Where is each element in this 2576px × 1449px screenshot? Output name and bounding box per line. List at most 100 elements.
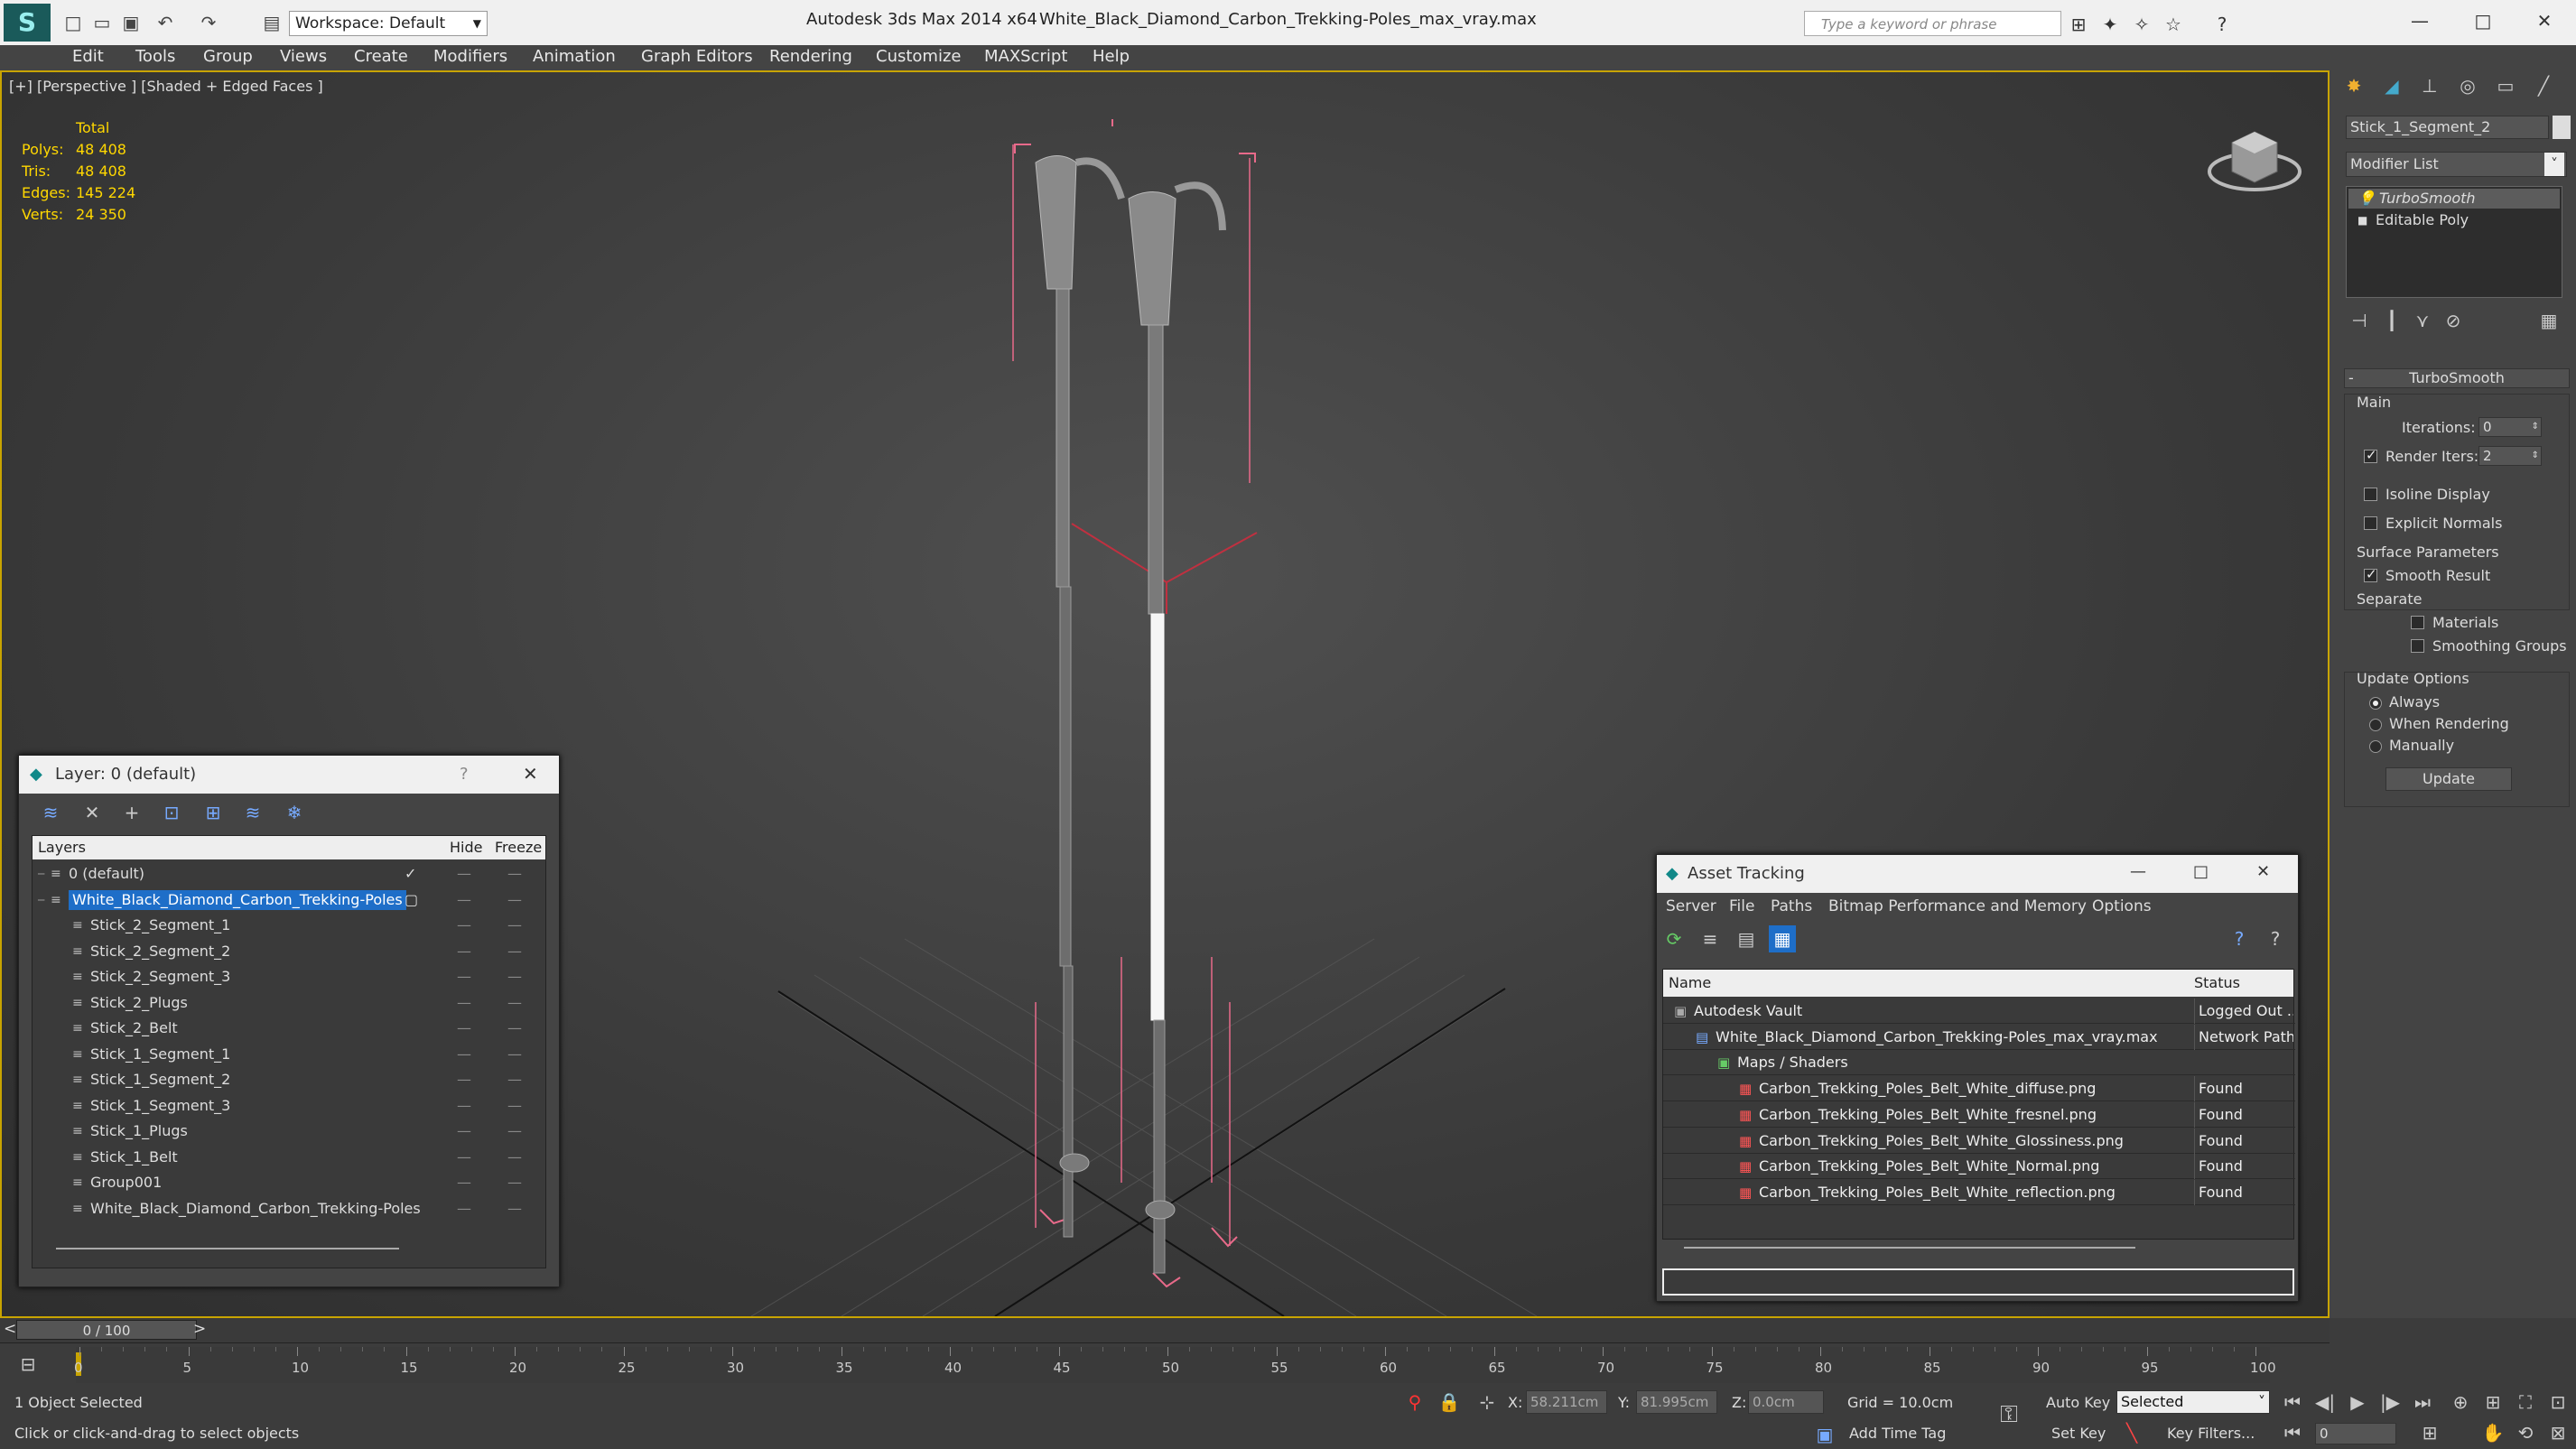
layer-row[interactable]: ≡ Stick_2_Plugs — — [33,990,544,1016]
freeze-toggle-icon[interactable]: — [507,1067,522,1092]
asset-menu-paths[interactable]: Paths [1771,897,1812,915]
expand-icon[interactable]: ■ [2357,210,2367,230]
object-name-field[interactable]: Stick_1_Segment_2 [2346,116,2549,139]
asset-row[interactable]: ▦ Carbon_Trekking_Poles_Belt_White_Glossi… [1663,1128,2295,1154]
time-slider-prev-icon[interactable]: < [4,1320,16,1338]
smoothing-groups-checkbox[interactable] [2411,639,2424,653]
modifier-list-dropdown[interactable]: Modifier List ˅ [2346,152,2567,177]
binoculars-icon[interactable]: ⊞ [2065,11,2092,38]
hide-toggle-icon[interactable]: — [457,1196,471,1221]
menu-group[interactable]: Group [203,45,253,69]
layer-row[interactable]: ≡ Stick_1_Segment_2 — — [33,1067,544,1092]
asset-menu-file[interactable]: File [1729,897,1754,915]
materials-checkbox[interactable] [2411,616,2424,629]
close-icon[interactable]: ✕ [523,763,538,785]
column-header-freeze[interactable]: Freeze [495,836,542,859]
hide-toggle-icon[interactable]: — [457,1042,471,1067]
new-file-icon[interactable]: □ [60,9,87,36]
auto-key-button[interactable]: Auto Key [2046,1394,2110,1411]
explicit-normals-checkbox[interactable] [2364,516,2377,530]
select-in-layer-icon[interactable]: ⊡ [158,799,185,826]
hide-toggle-icon[interactable]: — [457,964,471,989]
hide-toggle-icon[interactable]: — [457,1067,471,1092]
lock-selection-icon[interactable]: 🔒 [1436,1389,1463,1416]
delete-layer-icon[interactable]: ✕ [79,799,106,826]
active-layer-box-icon[interactable]: ▢ [405,887,418,913]
search-input[interactable]: Type a keyword or phrase [1821,16,1996,33]
hide-all-layers-icon[interactable]: ≋ [239,799,266,826]
isoline-display-checkbox[interactable] [2364,488,2377,501]
utilities-tab-icon[interactable]: ╱ [2530,72,2557,99]
absolute-mode-icon[interactable]: ⊹ [1474,1389,1501,1416]
zoom-extents-icon[interactable]: ⛶ [2512,1389,2539,1416]
play-icon[interactable]: ▶ [2344,1389,2371,1416]
column-header-hide[interactable]: Hide [450,836,482,859]
time-configuration-icon[interactable]: ⊞ [2416,1419,2443,1446]
isolate-icon[interactable]: ⚲ [1401,1389,1428,1416]
y-coordinate-field[interactable]: 81.995cm [1636,1390,1717,1414]
asset-name[interactable]: Autodesk Vault [1694,999,1802,1024]
hide-toggle-icon[interactable]: — [457,1145,471,1170]
freeze-toggle-icon[interactable]: — [507,1196,522,1221]
time-slider-next-icon[interactable]: > [193,1320,206,1338]
track-bar[interactable]: 0 5 10 15 20 25 30 35 40 45 50 55 60 65 70 75 80 85 90 95 10… [74,1347,2276,1383]
asset-name[interactable]: Carbon_Trekking_Poles_Belt_White_reflect… [1759,1180,2116,1205]
freeze-toggle-icon[interactable]: — [507,1145,522,1170]
freeze-toggle-icon[interactable]: — [507,964,522,989]
help-icon[interactable]: ? [2226,925,2253,952]
modify-tab-icon[interactable]: ◢ [2378,72,2405,99]
render-iters-spinner[interactable]: 2 ⇕ [2478,446,2542,466]
spinner-arrows-icon[interactable]: ⇕ [2532,447,2539,465]
redo-icon[interactable]: ↷ [195,9,222,36]
layer-name[interactable]: Stick_1_Segment_1 [90,1042,230,1067]
layer-row[interactable]: ─ ≡ White_Black_Diamond_Carbon_Trekking-Po… [33,887,544,913]
layer-name[interactable]: Stick_1_Segment_2 [90,1067,230,1092]
refresh-icon[interactable]: ⟳ [1660,925,1688,952]
orbit-icon[interactable]: ⟲ [2512,1419,2539,1446]
layer-expand-icon[interactable]: ─ [38,887,44,913]
motion-tab-icon[interactable]: ◎ [2454,72,2481,99]
hide-toggle-icon[interactable]: — [457,1016,471,1041]
stack-item-turbosmooth[interactable]: 💡 TurboSmooth [2348,189,2560,209]
close-icon[interactable]: ✕ [2531,7,2558,34]
menu-help[interactable]: Help [1093,45,1130,69]
layer-row[interactable]: ≡ Stick_2_Belt — — [33,1016,544,1041]
layer-name[interactable]: Stick_1_Segment_3 [90,1093,230,1119]
hide-toggle-icon[interactable]: — [457,861,471,887]
set-key-icon[interactable]: ╲ [2118,1419,2145,1446]
layer-name[interactable]: Stick_2_Belt [90,1016,178,1041]
asset-menu-bitmap[interactable]: Bitmap Performance and Memory [1828,897,2087,915]
hide-toggle-icon[interactable]: — [457,939,471,964]
display-tab-icon[interactable]: ▭ [2492,72,2519,99]
field-of-view-icon[interactable]: ⊠ [2544,1419,2571,1446]
configure-sets-icon[interactable]: ▦ [2535,307,2562,334]
pan-icon[interactable]: ✋ [2479,1419,2506,1446]
layer-row[interactable]: ≡ Stick_1_Plugs — — [33,1119,544,1144]
layer-row[interactable]: ─ ≡ 0 (default) ✓ — — [33,861,544,887]
layer-name[interactable]: White_Black_Diamond_Carbon_Trekking-Pole… [90,1196,421,1221]
zoom-icon[interactable]: ⊕ [2447,1389,2474,1416]
manually-radio[interactable] [2369,740,2382,753]
zoom-all-icon[interactable]: ⊞ [2479,1389,2506,1416]
key-filters-button[interactable]: Key Filters... [2167,1425,2255,1442]
layer-name[interactable]: Stick_1_Plugs [90,1119,188,1144]
menu-maxscript[interactable]: MAXScript [984,45,1067,69]
asset-scrollbar[interactable] [1684,1247,2135,1249]
asset-name[interactable]: Carbon_Trekking_Poles_Belt_White_Glossin… [1759,1129,2124,1154]
highlight-layer-icon[interactable]: ⊞ [200,799,227,826]
show-end-result-icon[interactable]: ┃ [2378,307,2405,334]
freeze-toggle-icon[interactable]: — [507,939,522,964]
add-time-tag-icon[interactable]: ▣ [1811,1421,1838,1448]
freeze-toggle-icon[interactable]: — [507,1170,522,1195]
freeze-toggle-icon[interactable]: — [507,887,522,913]
add-time-tag-label[interactable]: Add Time Tag [1849,1425,1946,1442]
layer-name[interactable]: 0 (default) [69,861,144,887]
workspace-dropdown[interactable]: Workspace: Default ▼ [289,11,488,36]
freeze-toggle-icon[interactable]: — [507,1093,522,1119]
menu-rendering[interactable]: Rendering [769,45,852,69]
menu-modifiers[interactable]: Modifiers [433,45,507,69]
minimize-icon[interactable]: — [2130,862,2146,881]
time-slider-thumb[interactable]: 0 / 100 [16,1320,197,1340]
layer-name[interactable]: Stick_2_Segment_2 [90,939,230,964]
layer-name[interactable]: Stick_2_Segment_3 [90,964,230,989]
